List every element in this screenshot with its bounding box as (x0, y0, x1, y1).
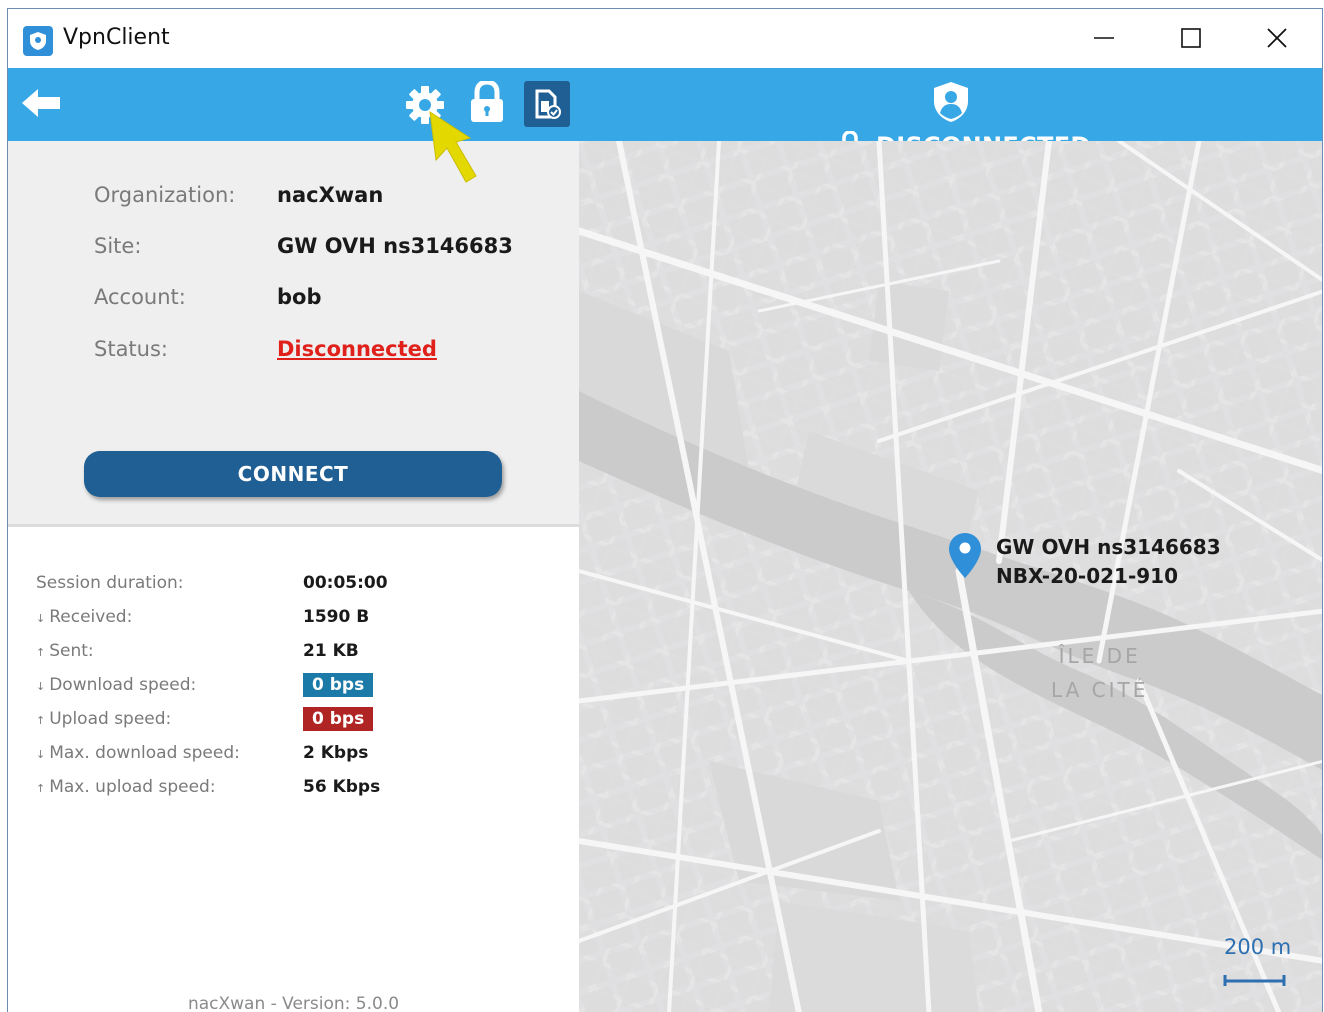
app-window: VpnClient Organization: nacXwan Site: GW… (7, 8, 1323, 1012)
connect-button[interactable]: CONNECT (84, 451, 502, 497)
map-marker-label: GW OVH ns3146683 NBX-20-021-910 (996, 533, 1221, 591)
map-place-label: ÎLE DE LA CITÉ (1051, 639, 1148, 707)
session-duration-value: 00:05:00 (303, 573, 388, 593)
close-icon (1267, 28, 1287, 48)
arrow-up-icon: ↑ (36, 714, 46, 727)
arrow-up-icon: ↑ (36, 646, 46, 659)
session-stats-panel: Session duration: 00:05:00 ↓ Received: 15… (8, 527, 579, 1012)
place-label-line2: LA CITÉ (1051, 678, 1149, 702)
account-value: bob (277, 285, 322, 309)
status-label: Status: (94, 337, 168, 361)
place-label-line1: ÎLE DE (1058, 644, 1141, 668)
arrow-down-icon: ↓ (36, 748, 46, 761)
account-label: Account: (94, 285, 186, 309)
marker-title: GW OVH ns3146683 (996, 535, 1221, 559)
received-row: ↓ Received: 1590 B (36, 607, 576, 631)
shield-app-icon (23, 26, 53, 56)
max-upload-speed-row: ↑ Max. upload speed: 56 Kbps (36, 777, 576, 801)
map-scale-label: 200 m (1224, 935, 1292, 959)
status-value-link[interactable]: Disconnected (277, 337, 437, 361)
version-footer: nacXwan - Version: 5.0.0 (187, 994, 400, 1012)
window-title: VpnClient (63, 25, 170, 50)
back-arrow-icon[interactable] (20, 87, 62, 119)
download-speed-badge: 0 bps (303, 673, 374, 697)
arrow-down-icon: ↓ (36, 612, 46, 625)
minimize-icon (1094, 37, 1114, 39)
received-value: 1590 B (303, 607, 370, 627)
title-bar[interactable]: VpnClient (8, 9, 1322, 68)
download-speed-row: ↓ Download speed: 0 bps (36, 673, 576, 699)
arrow-down-icon: ↓ (36, 680, 46, 693)
max-download-speed-row: ↓ Max. download speed: 2 Kbps (36, 743, 576, 767)
close-button[interactable] (1254, 17, 1300, 59)
sent-label: Sent: (49, 641, 94, 661)
toolbar (8, 68, 1322, 141)
session-duration-row: Session duration: 00:05:00 (36, 573, 576, 597)
site-label: Site: (94, 234, 142, 258)
max-download-speed-label: Max. download speed: (49, 743, 240, 763)
arrow-up-icon: ↑ (36, 782, 46, 795)
minimize-button[interactable] (1081, 17, 1127, 59)
maximize-icon (1181, 28, 1201, 48)
upload-speed-badge: 0 bps (303, 707, 374, 731)
max-upload-speed-value: 56 Kbps (303, 777, 381, 797)
upload-speed-row: ↑ Upload speed: 0 bps (36, 707, 576, 733)
map-view[interactable]: GW OVH ns3146683 NBX-20-021-910 ÎLE DE L… (579, 141, 1322, 1012)
upload-speed-label: Upload speed: (49, 709, 172, 729)
shield-user-icon (934, 82, 968, 122)
connection-info-panel: Organization: nacXwan Site: GW OVH ns314… (8, 141, 579, 527)
sim-card-icon[interactable] (524, 81, 570, 127)
marker-subtitle: NBX-20-021-910 (996, 564, 1179, 588)
session-duration-label: Session duration: (36, 573, 184, 593)
received-label: Received: (49, 607, 133, 627)
sent-row: ↑ Sent: 21 KB (36, 641, 576, 665)
organization-label: Organization: (94, 183, 236, 207)
max-upload-speed-label: Max. upload speed: (49, 777, 216, 797)
site-value: GW OVH ns3146683 (277, 234, 513, 258)
max-download-speed-value: 2 Kbps (303, 743, 369, 763)
sent-value: 21 KB (303, 641, 359, 661)
organization-value: nacXwan (277, 183, 384, 207)
download-speed-label: Download speed: (49, 675, 197, 695)
maximize-button[interactable] (1168, 17, 1214, 59)
mouse-cursor-icon (429, 110, 477, 183)
